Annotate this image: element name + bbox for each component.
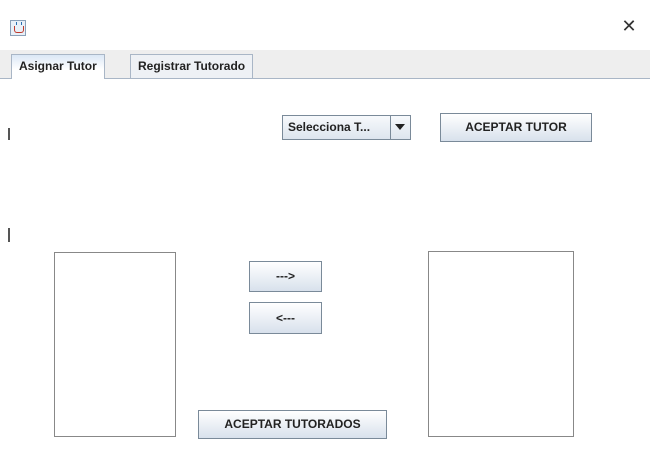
tutor-select[interactable]: Selecciona T... [282, 115, 411, 140]
accept-tutees-button[interactable]: ACEPTAR TUTORADOS [198, 410, 387, 439]
accept-tutor-button[interactable]: ACEPTAR TUTOR [440, 113, 592, 142]
available-tutees-list[interactable] [54, 252, 176, 437]
dropdown-arrow-button[interactable] [390, 116, 410, 139]
chevron-down-icon [395, 124, 405, 130]
move-left-button[interactable]: <--- [249, 302, 322, 334]
assigned-tutees-list[interactable] [428, 251, 574, 437]
panel-edge-mark [8, 128, 10, 140]
java-app-icon [10, 20, 26, 36]
move-right-button[interactable]: ---> [249, 261, 322, 292]
tab-registrar-tutorado[interactable]: Registrar Tutorado [130, 54, 254, 78]
close-button[interactable]: ✕ [614, 14, 644, 40]
panel-edge-mark [8, 228, 10, 242]
title-bar: ✕ [0, 0, 650, 50]
tutor-select-value: Selecciona T... [288, 120, 371, 134]
tab-asignar-tutor[interactable]: Asignar Tutor [11, 54, 105, 79]
